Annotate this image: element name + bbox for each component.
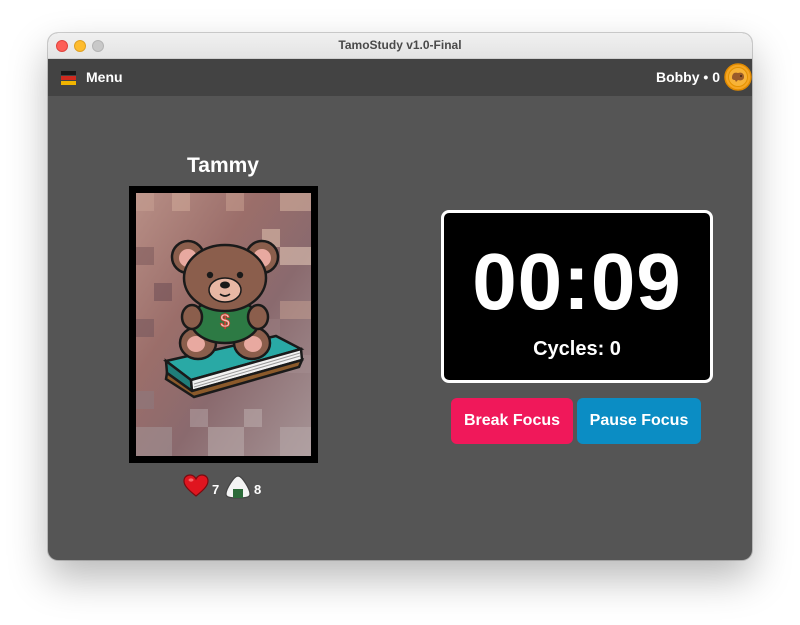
break-focus-button[interactable]: Break Focus — [451, 398, 573, 444]
app-window: TamoStudy v1.0-Final Menu Bobby • 0 Tamm… — [48, 33, 752, 560]
pet-background-image: $ — [136, 193, 311, 456]
pause-focus-button[interactable]: Pause Focus — [577, 398, 701, 444]
timer-display: 00:09 — [472, 237, 682, 326]
heart-icon — [183, 474, 209, 497]
menu-button[interactable]: Menu — [86, 69, 123, 85]
window-title: TamoStudy v1.0-Final — [338, 38, 462, 52]
coin-icon — [724, 63, 752, 91]
user-coins-label: Bobby • 0 — [655, 69, 720, 85]
pet-name: Tammy — [187, 154, 259, 177]
flag-menu-icon[interactable] — [61, 71, 76, 85]
hearts-count: 7 — [212, 482, 220, 497]
pet-stats: 7 8 — [183, 474, 323, 502]
title-bar: TamoStudy v1.0-Final — [48, 33, 752, 59]
food-count: 8 — [254, 482, 262, 497]
pet-portrait: $ — [129, 186, 318, 463]
focus-timer: 00:09 Cycles: 0 — [441, 210, 713, 383]
onigiri-icon — [225, 475, 251, 499]
cycles-count: Cycles: 0 — [533, 338, 621, 360]
svg-text:$: $ — [220, 311, 230, 331]
menu-bar: Menu Bobby • 0 — [48, 59, 752, 96]
